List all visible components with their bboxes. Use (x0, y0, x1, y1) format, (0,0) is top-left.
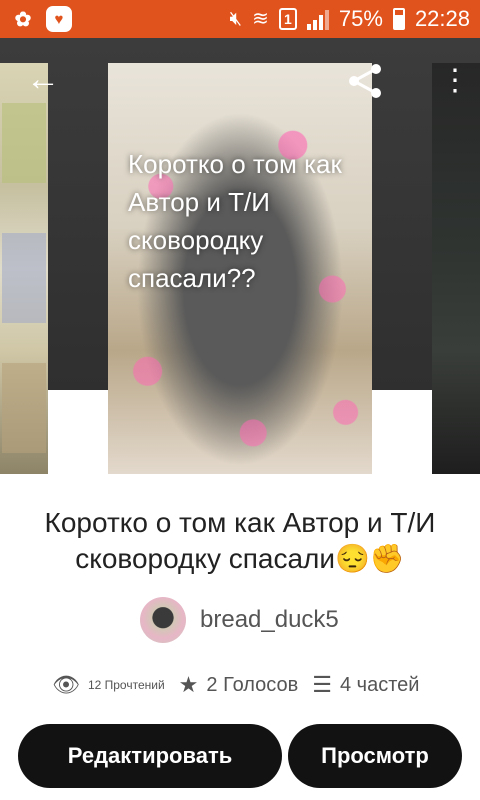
wattpad-notification-icon: ♥ (46, 6, 72, 32)
back-arrow-icon[interactable]: ← (26, 62, 60, 96)
parts-count[interactable]: 4 частей (340, 674, 419, 697)
cover-text: Коротко о том как Автор и Т/И сковородку… (128, 149, 342, 293)
next-story-cover[interactable] (432, 63, 480, 474)
sim-icon: 1 (278, 8, 297, 30)
edit-button[interactable]: Редактировать (18, 724, 282, 788)
avatar[interactable] (140, 597, 186, 643)
mute-icon: 🔇︎ (229, 8, 243, 30)
author-name[interactable]: bread_duck5 (200, 606, 339, 634)
story-title: Коротко о том как Автор и Т/И сковородку… (44, 507, 436, 574)
votes-count: 2 Голосов (206, 673, 299, 696)
story-stats: 👁︎ 12 Прочтений ★ 2 Голосов ☰ 4 частей (52, 672, 433, 698)
eye-icon: 👁︎ (52, 672, 80, 697)
votes-stat: ★ 2 Голосов (179, 672, 299, 698)
parts-stat[interactable]: ☰ 4 частей (312, 672, 419, 698)
app-notification-icon: ✿ (14, 8, 32, 31)
author-link[interactable]: bread_duck5 (140, 597, 339, 643)
list-icon: ☰ (312, 672, 332, 697)
battery-icon (392, 8, 405, 30)
story-cover[interactable]: Коротко о том как Автор и Т/И сковородку… (108, 63, 372, 474)
view-button[interactable]: Просмотр (288, 724, 462, 788)
share-icon[interactable] (346, 62, 384, 100)
more-options-icon[interactable]: ⋮ (440, 66, 470, 96)
clock: 22:28 (414, 6, 470, 31)
wifi-icon: ≋ (252, 8, 269, 30)
previous-story-cover[interactable] (0, 63, 48, 474)
star-icon: ★ (178, 672, 199, 697)
battery-percent: 75% (338, 6, 383, 31)
reads-count: 12 Прочтений (87, 678, 165, 692)
reads-stat: 👁︎ 12 Прочтений (52, 672, 165, 698)
signal-icon (306, 8, 329, 30)
status-bar: ✿ ♥ 🔇︎ ≋ 1 75% 22:28 (0, 0, 480, 38)
